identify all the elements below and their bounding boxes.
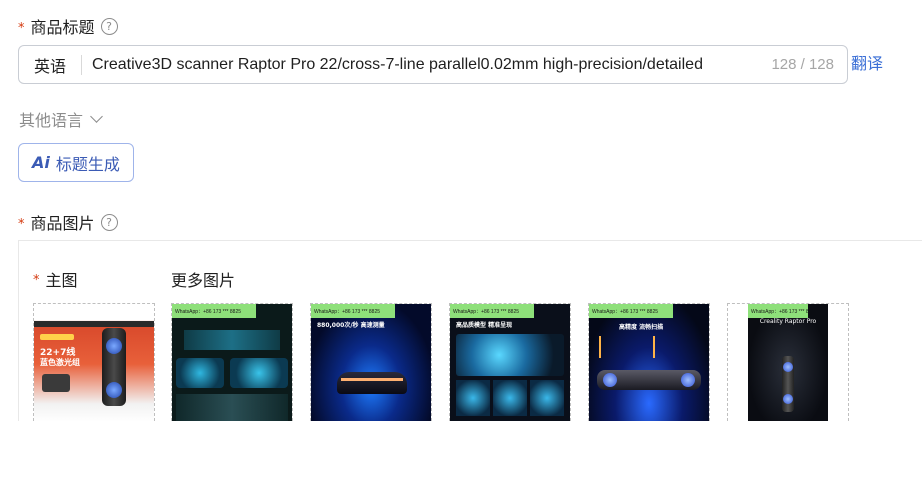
help-icon[interactable]: ? xyxy=(100,17,118,35)
main-image-thumbnail[interactable]: 22+7线 蓝色激光组 xyxy=(33,303,155,421)
main-image: 22+7线 蓝色激光组 xyxy=(34,304,154,421)
image-tag xyxy=(40,334,74,340)
image-caption: 高品质模型 精准呈现 xyxy=(456,322,513,329)
other-languages-label: 其他语言 xyxy=(19,111,84,130)
scanner-lens-bottom xyxy=(783,394,793,404)
spec-block-b xyxy=(653,336,693,358)
image-product-box xyxy=(42,374,70,392)
product-images-text: 商品图片 xyxy=(30,214,95,233)
more-image-thumbnail-1[interactable]: WhatsApp：+86 173 *** 8825 xyxy=(171,303,293,421)
more-image-4: WhatsApp：+86 173 *** 8825 高精度 流畅扫描 xyxy=(589,304,709,421)
image-box-c xyxy=(176,394,288,421)
whatsapp-watermark: WhatsApp：+86 173 *** 8825 xyxy=(748,304,808,318)
ai-icon: Ai xyxy=(32,153,50,172)
image-header-bar xyxy=(34,321,154,327)
image-caption: Creality Raptor Pro xyxy=(759,318,817,325)
car-silhouette xyxy=(337,372,407,394)
product-title-field[interactable]: 英语 Creative3D scanner Raptor Pro 22/cros… xyxy=(18,45,848,84)
other-languages-toggle[interactable]: 其他语言 xyxy=(19,107,103,131)
model-render-a xyxy=(456,380,490,416)
model-render-c xyxy=(530,380,564,416)
image-caption: 880,000次/秒 高速测量 xyxy=(317,322,385,329)
more-image-1: WhatsApp：+86 173 *** 8825 xyxy=(172,304,292,421)
model-render-b xyxy=(493,380,527,416)
scanner-lens-bottom xyxy=(106,382,122,398)
product-title-label: * 商品标题 ? xyxy=(18,14,118,38)
ai-title-generate-button[interactable]: Ai 标题生成 xyxy=(18,143,134,182)
more-images-label: 更多图片 xyxy=(171,267,235,291)
scanner-lens-top xyxy=(106,338,122,354)
whatsapp-watermark: WhatsApp：+86 173 *** 8825 xyxy=(172,304,256,318)
more-image-2: WhatsApp：+86 173 *** 8825 880,000次/秒 高速测… xyxy=(311,304,431,421)
chevron-down-icon xyxy=(90,110,103,123)
more-image-5: WhatsApp：+86 173 *** 8825 Creality Rapto… xyxy=(728,304,848,421)
character-counter: 128 / 128 xyxy=(771,56,834,73)
required-asterisk: * xyxy=(18,216,25,232)
whatsapp-watermark: WhatsApp：+86 173 *** 8825 xyxy=(450,304,534,318)
more-image-thumbnail-5[interactable]: WhatsApp：+86 173 *** 8825 Creality Rapto… xyxy=(727,303,849,421)
car-headlight xyxy=(341,378,403,381)
whatsapp-watermark: WhatsApp：+86 173 *** 8825 xyxy=(311,304,395,318)
spec-block-a xyxy=(599,336,639,358)
whatsapp-watermark: WhatsApp：+86 173 *** 8825 xyxy=(589,304,673,318)
product-images-label: * 商品图片 ? xyxy=(18,210,118,234)
ai-button-label: 标题生成 xyxy=(55,154,120,174)
image-box-a xyxy=(176,358,224,388)
more-image-thumbnail-2[interactable]: WhatsApp：+86 173 *** 8825 880,000次/秒 高速测… xyxy=(310,303,432,421)
required-asterisk: * xyxy=(18,20,25,36)
required-asterisk: * xyxy=(33,272,40,288)
image-caption: 高精度 流畅扫描 xyxy=(619,324,664,331)
scanner-lens-top xyxy=(783,362,793,372)
image-panel-strip xyxy=(184,330,280,350)
help-icon[interactable]: ? xyxy=(100,213,118,231)
model-render-large xyxy=(456,334,564,376)
more-image-3: WhatsApp：+86 173 *** 8825 高品质模型 精准呈现 xyxy=(450,304,570,421)
product-title-input[interactable]: Creative3D scanner Raptor Pro 22/cross-7… xyxy=(82,56,763,74)
language-tag[interactable]: 英语 xyxy=(19,53,81,77)
translate-link[interactable]: 翻译 xyxy=(851,50,883,74)
more-image-thumbnail-3[interactable]: WhatsApp：+86 173 *** 8825 高品质模型 精准呈现 xyxy=(449,303,571,421)
image-badge-line2: 蓝色激光组 xyxy=(40,358,80,367)
more-images-text: 更多图片 xyxy=(171,271,236,290)
main-image-text: 主图 xyxy=(45,271,78,290)
scanner-lens-left xyxy=(603,373,617,387)
scanner-lens-right xyxy=(681,373,695,387)
product-title-text: 商品标题 xyxy=(30,18,95,37)
more-image-thumbnail-4[interactable]: WhatsApp：+86 173 *** 8825 高精度 流畅扫描 xyxy=(588,303,710,421)
image-box-b xyxy=(230,358,288,388)
main-image-label: * 主图 xyxy=(33,267,78,291)
